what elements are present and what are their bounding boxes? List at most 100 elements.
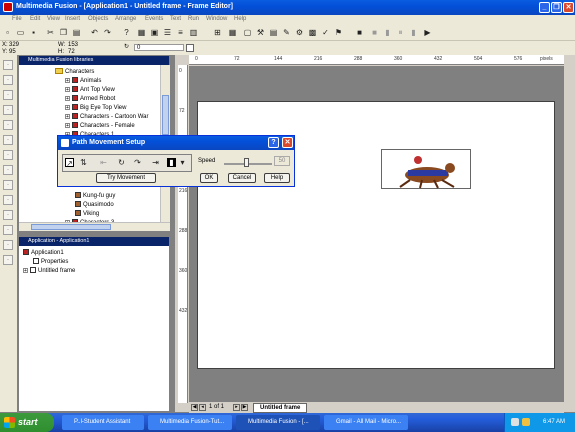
new-line-icon[interactable]: ↗ <box>65 158 74 168</box>
tree-folder-characters[interactable]: Characters <box>55 68 94 76</box>
undo-icon[interactable]: ↶ <box>90 28 99 37</box>
scrollbar-thumb[interactable] <box>162 95 169 135</box>
help-button[interactable]: Help <box>264 173 290 183</box>
task-mmf-app[interactable]: Multimedia Fusion - [... <box>236 415 320 430</box>
minimize-button[interactable]: _ <box>539 2 550 13</box>
close-button[interactable]: ✕ <box>563 2 574 13</box>
reset-icon[interactable]: ⇤ <box>99 158 108 167</box>
tool-c-icon[interactable]: ✎ <box>282 28 291 37</box>
open-folder-icon[interactable]: ▭ <box>16 28 25 37</box>
tree-item-kung-fu-guy[interactable]: Kung-fu guy <box>75 192 115 200</box>
tree-item-viking[interactable]: Viking <box>75 210 99 218</box>
tool-f-icon[interactable]: ✓ <box>321 28 330 37</box>
tool-12-icon[interactable]: · <box>3 225 13 235</box>
menu-file[interactable]: File <box>12 16 22 22</box>
task-gmail[interactable]: Gmail - All Mail - Micro... <box>324 415 408 430</box>
menu-edit[interactable]: Edit <box>30 16 40 22</box>
stop-icon[interactable]: ■ <box>370 28 379 37</box>
tray-network-icon[interactable] <box>511 418 519 426</box>
start-button[interactable]: start <box>0 413 54 432</box>
new-file-icon[interactable]: ▫ <box>3 28 12 37</box>
copy-icon[interactable]: ❐ <box>59 28 68 37</box>
tree-properties[interactable]: Properties <box>33 258 68 266</box>
tab-untitled-frame[interactable]: Untitled frame <box>253 403 308 413</box>
scrollbar-thumb[interactable] <box>31 224 111 230</box>
storyboard-icon[interactable]: ▦ <box>137 28 146 37</box>
pause-icon[interactable]: ⏸ <box>396 28 405 37</box>
tree-item-characters-female[interactable]: + Characters - Female <box>65 122 135 130</box>
speed-value[interactable]: 50 <box>274 156 290 166</box>
task-mmf-tutorial[interactable]: Multimedia Fusion-Tut... <box>148 415 232 430</box>
menu-arrange[interactable]: Arrange <box>115 16 136 22</box>
first-page-button[interactable]: ◀ <box>191 404 198 411</box>
frame-icon[interactable]: ▢ <box>243 28 252 37</box>
dropdown-arrow-icon[interactable]: ▾ <box>178 158 187 167</box>
menu-window[interactable]: Window <box>206 16 227 22</box>
event-editor-icon[interactable]: ☰ <box>163 28 172 37</box>
dialog-help-button[interactable]: ? <box>268 137 279 148</box>
tool-a-icon[interactable]: ⚒ <box>256 28 265 37</box>
record-stop-icon[interactable]: ■ <box>355 28 364 37</box>
tree-item-ant-top-view[interactable]: + Ant Top View <box>65 86 115 94</box>
redo-icon[interactable]: ↷ <box>103 28 112 37</box>
tree-item-cartoon-war[interactable]: + Characters - Cartoon War <box>65 113 148 121</box>
reverse-icon[interactable]: ↷ <box>133 158 142 167</box>
tool-7-icon[interactable]: · <box>3 150 13 160</box>
tool-10-icon[interactable]: · <box>3 195 13 205</box>
menu-view[interactable]: View <box>47 16 60 22</box>
tool-6-icon[interactable]: · <box>3 135 13 145</box>
grid-icon[interactable]: ▦ <box>228 28 237 37</box>
loop-icon[interactable]: ↻ <box>117 158 126 167</box>
move-line-icon[interactable]: ⇅ <box>79 158 88 167</box>
angle-button[interactable] <box>186 44 194 52</box>
skip-back-icon[interactable]: ▮ <box>383 28 392 37</box>
event-list-icon[interactable]: ≡ <box>176 28 185 37</box>
data-elements-icon[interactable]: ▥ <box>189 28 198 37</box>
tree-item-quasimodo[interactable]: Quasimodo <box>75 201 114 209</box>
tool-11-icon[interactable]: · <box>3 210 13 220</box>
speed-slider[interactable] <box>224 156 272 168</box>
task-student-assistant[interactable]: P..l-Student Assistant <box>62 415 144 430</box>
reposition-icon[interactable]: ⇥ <box>151 158 160 167</box>
tool-1-icon[interactable]: · <box>3 60 13 70</box>
tool-3-icon[interactable]: · <box>3 90 13 100</box>
rotate-icon[interactable]: ↻ <box>124 44 129 51</box>
tray-volume-icon[interactable] <box>522 418 530 426</box>
tool-13-icon[interactable]: · <box>3 240 13 250</box>
ok-button[interactable]: OK <box>200 173 218 183</box>
help-pointer-icon[interactable]: ? <box>122 28 131 37</box>
step-icon[interactable]: ▮ <box>409 28 418 37</box>
speed-slider-thumb[interactable] <box>244 158 249 167</box>
tool-9-icon[interactable]: · <box>3 180 13 190</box>
tree-item-armed-robot[interactable]: + Armed Robot <box>65 95 115 103</box>
libraries-horizontal-scrollbar[interactable] <box>19 222 170 231</box>
tree-item-animals[interactable]: + Animals <box>65 77 101 85</box>
w-value[interactable]: 153 <box>68 42 78 49</box>
last-page-button[interactable]: ▶ <box>241 404 248 411</box>
next-page-button[interactable]: ▸ <box>233 404 240 411</box>
menu-text[interactable]: Text <box>170 16 181 22</box>
tool-2-icon[interactable]: · <box>3 75 13 85</box>
stop-node-icon[interactable]: ▮ <box>167 158 176 167</box>
tool-g-icon[interactable]: ⚑ <box>334 28 343 37</box>
prev-page-button[interactable]: ◂ <box>199 404 206 411</box>
cut-icon[interactable]: ✂ <box>46 28 55 37</box>
frame-editor-icon[interactable]: ▣ <box>150 28 159 37</box>
zoom-icon[interactable]: ⊞ <box>213 28 222 37</box>
menu-insert[interactable]: Insert <box>65 16 80 22</box>
tool-8-icon[interactable]: · <box>3 165 13 175</box>
menu-objects[interactable]: Objects <box>88 16 108 22</box>
tool-5-icon[interactable]: · <box>3 120 13 130</box>
tree-untitled-frame[interactable]: + Untitled frame <box>23 267 75 275</box>
play-icon[interactable]: ▶ <box>423 28 432 37</box>
tool-d-icon[interactable]: ⚙ <box>295 28 304 37</box>
menu-run[interactable]: Run <box>188 16 199 22</box>
tool-b-icon[interactable]: ▤ <box>269 28 278 37</box>
selected-object[interactable] <box>381 149 471 189</box>
tool-14-icon[interactable]: · <box>3 255 13 265</box>
angle-field[interactable]: 0 <box>134 44 184 51</box>
paste-icon[interactable]: ▤ <box>72 28 81 37</box>
tree-application1[interactable]: Application1 <box>23 249 64 257</box>
cancel-button[interactable]: Cancel <box>228 173 256 183</box>
tool-4-icon[interactable]: · <box>3 105 13 115</box>
